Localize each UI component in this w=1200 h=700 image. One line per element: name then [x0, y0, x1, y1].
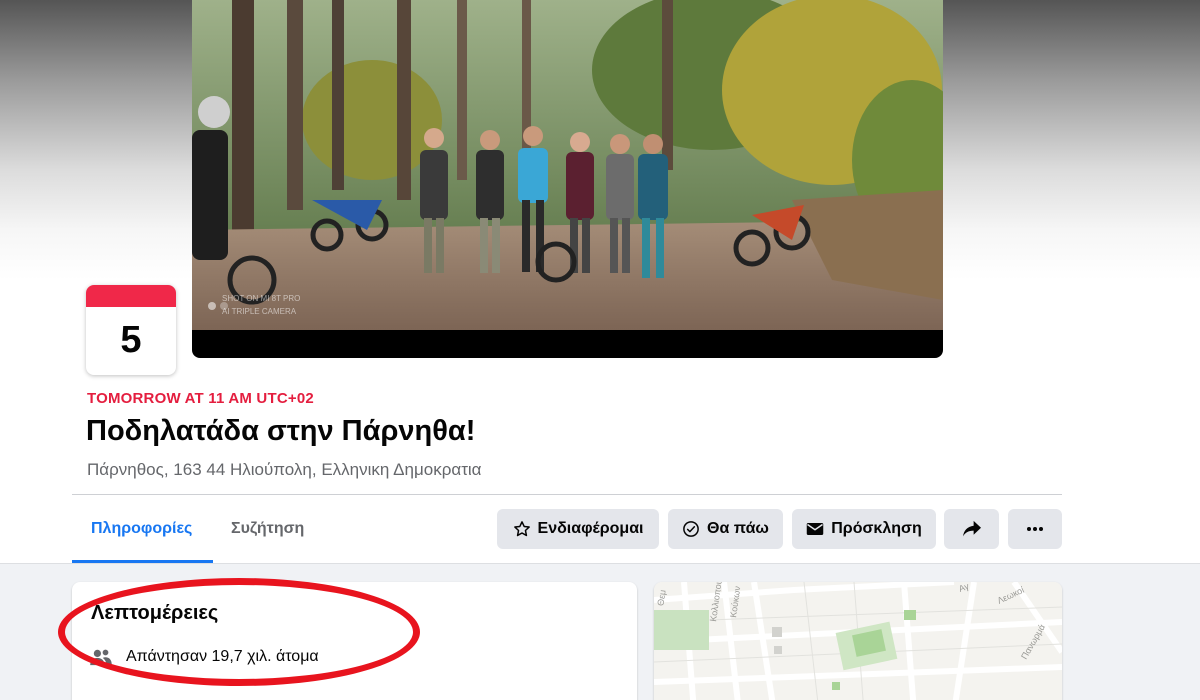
photo-watermark-line2: AI TRIPLE CAMERA: [222, 307, 297, 316]
annotation-highlight-ellipse: [58, 578, 420, 686]
going-label: Θα πάω: [707, 520, 769, 537]
date-card-header: [86, 285, 176, 307]
event-time: TOMORROW AT 11 AM UTC+02: [87, 390, 314, 407]
interested-label: Ενδιαφέρομαι: [537, 520, 644, 537]
more-options-button[interactable]: [1008, 509, 1062, 549]
tab-info[interactable]: Πληροφορίες: [91, 520, 192, 538]
check-circle-icon: [683, 521, 699, 537]
invite-label: Πρόσκληση: [831, 520, 922, 537]
event-day: 5: [120, 319, 142, 361]
event-location[interactable]: Πάρνηθος, 163 44 Ηλιούπολη, Ελληνικη Δημ…: [87, 460, 482, 480]
share-button[interactable]: [944, 509, 999, 549]
header-divider: [72, 494, 1062, 495]
more-icon: [1027, 527, 1043, 531]
interested-button[interactable]: Ενδιαφέρομαι: [497, 509, 659, 549]
going-button[interactable]: Θα πάω: [668, 509, 783, 549]
event-title: Ποδηλατάδα στην Πάρνηθα!: [86, 415, 476, 447]
share-icon: [962, 520, 981, 537]
event-cover-photo[interactable]: SHOT ON MI 8T PRO AI TRIPLE CAMERA: [192, 0, 943, 358]
event-date-card: 5: [86, 285, 176, 375]
invite-button[interactable]: Πρόσκληση: [792, 509, 936, 549]
star-icon: [513, 521, 530, 537]
photo-watermark-line1: SHOT ON MI 8T PRO: [222, 294, 300, 303]
envelope-icon: [807, 523, 824, 535]
tab-discussion[interactable]: Συζήτηση: [231, 520, 304, 538]
location-map[interactable]: Θεμ Κολλιοπουλου Κούκων Αγ Λεωκοί Πανωρμ…: [654, 582, 1062, 700]
